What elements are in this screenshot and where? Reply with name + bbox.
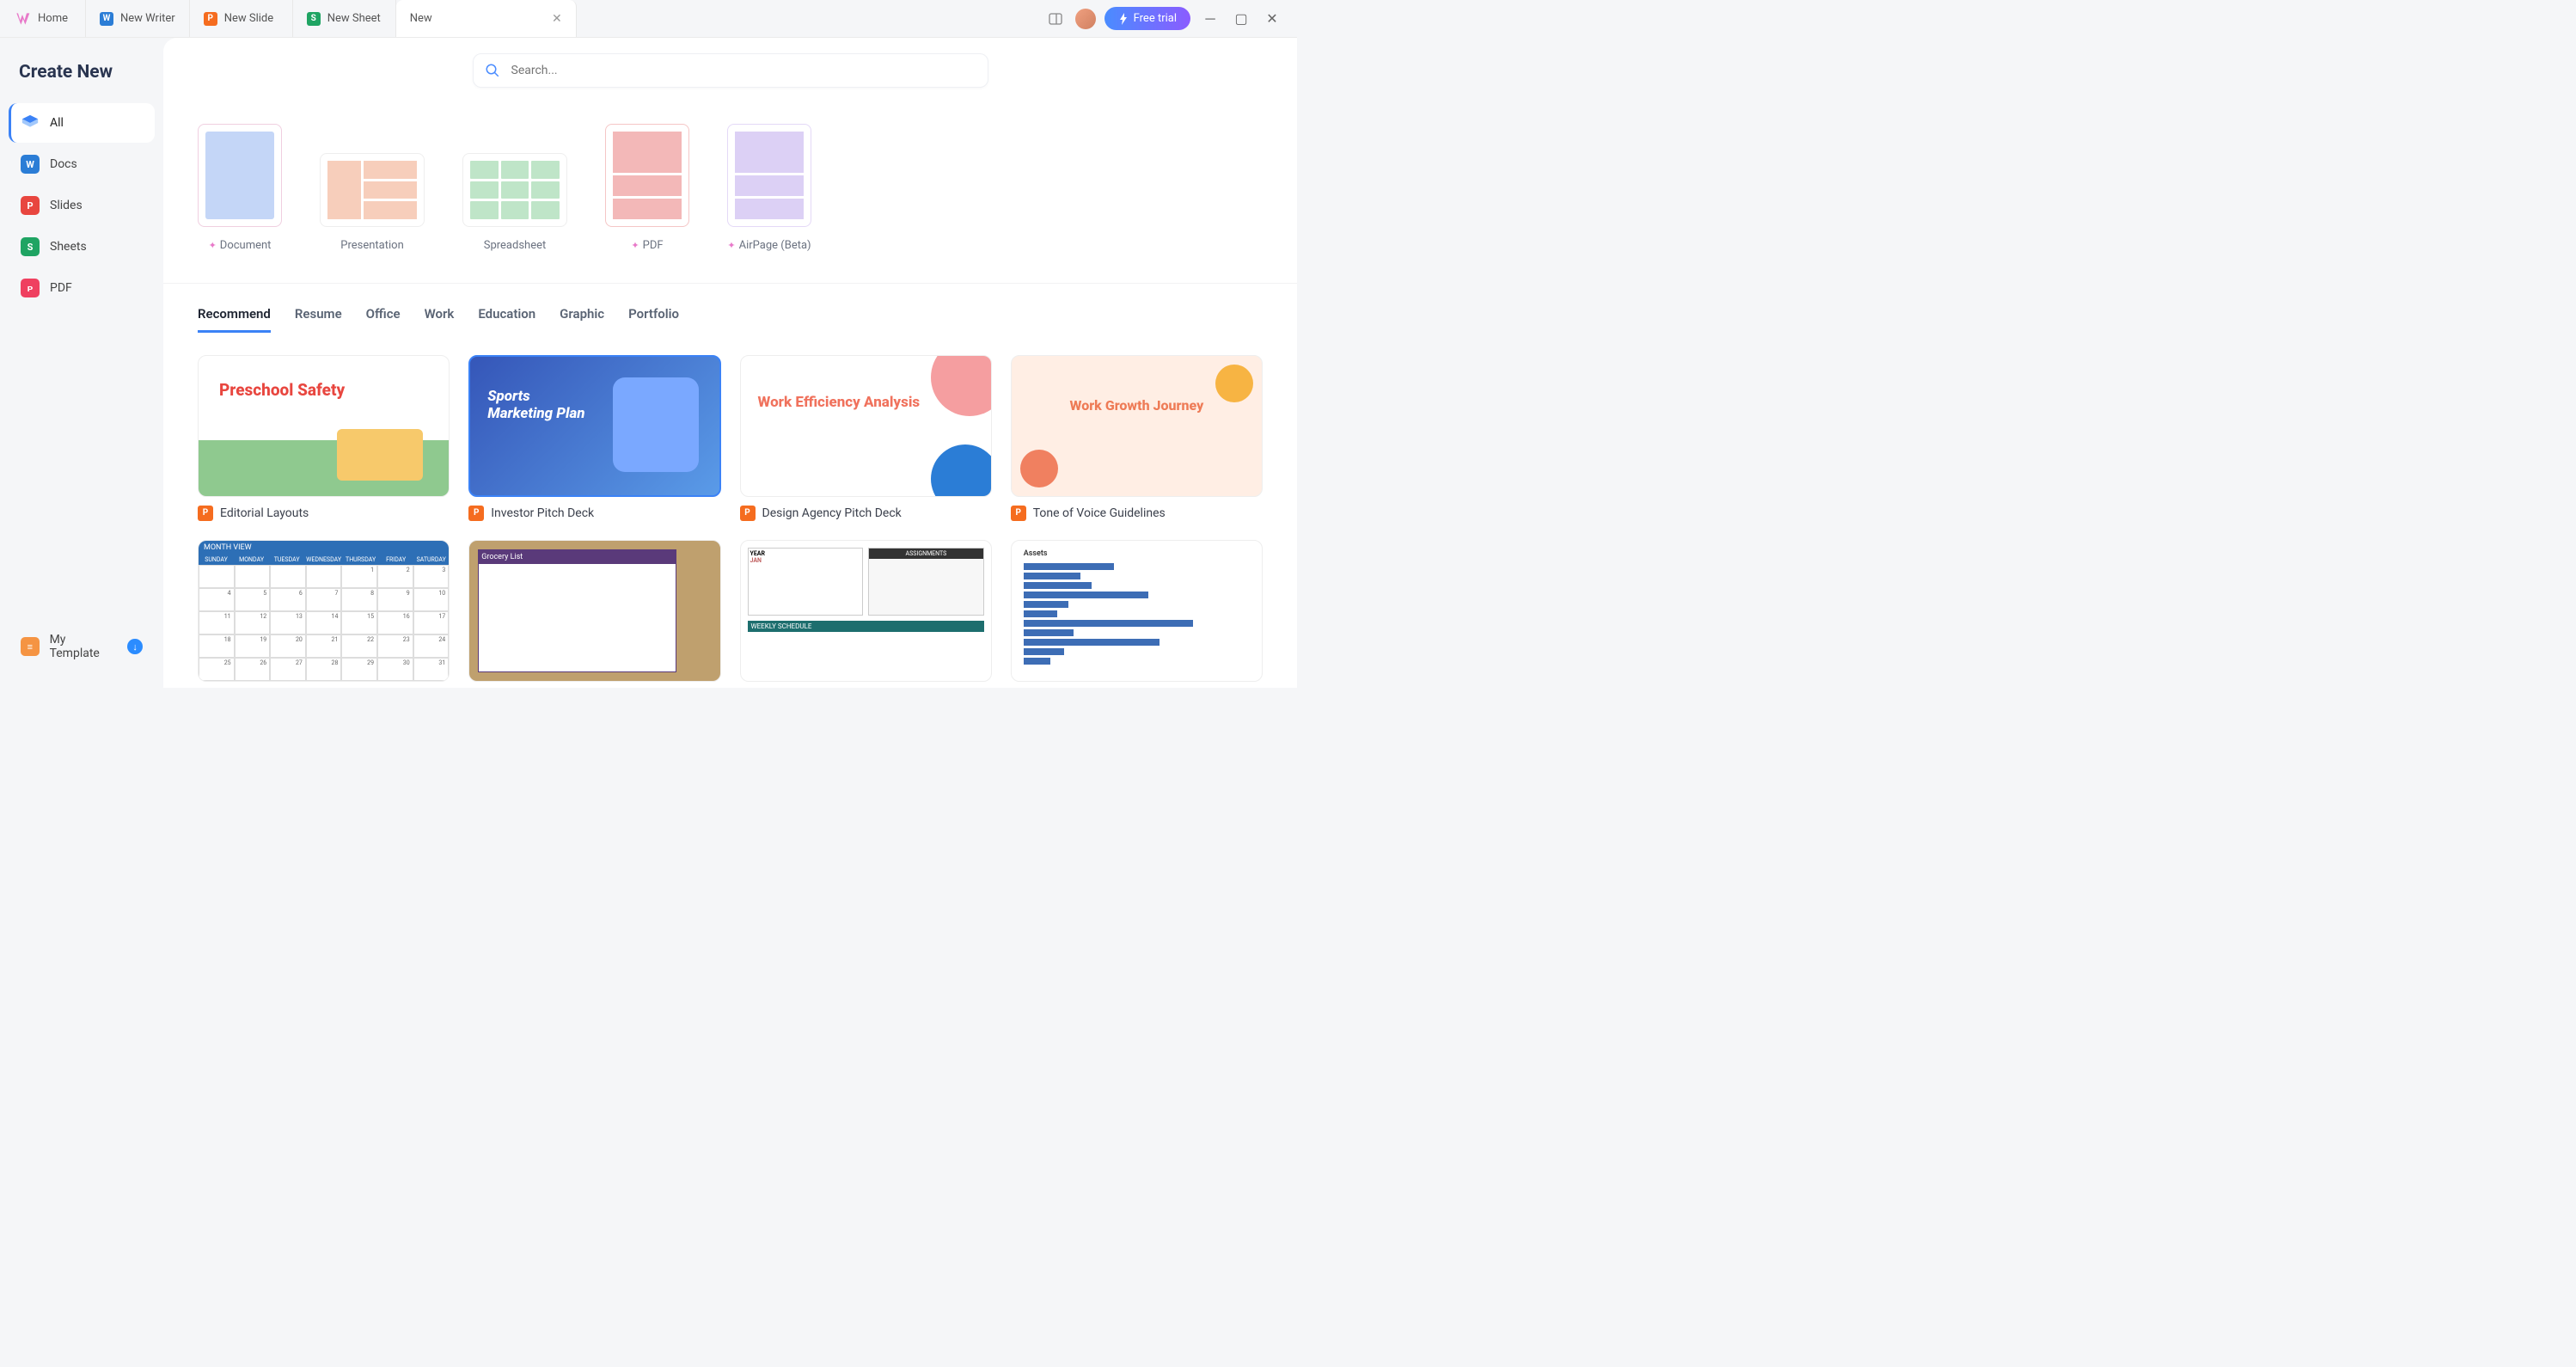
pdf-thumb xyxy=(605,124,689,227)
new-presentation[interactable]: Presentation xyxy=(320,124,425,252)
template-card[interactable]: PEditorial Layouts xyxy=(198,355,450,521)
template-thumb xyxy=(1011,355,1263,497)
template-icon: ≡ xyxy=(21,637,40,656)
template-card[interactable]: YEARJAN ASSIGNMENTS WEEKLY SCHEDULE xyxy=(740,540,992,682)
slide-icon: P xyxy=(204,12,217,26)
template-thumb: Assets xyxy=(1011,540,1263,682)
pdf-icon: ᴘ xyxy=(21,279,40,297)
sidebar-item-slides[interactable]: P Slides xyxy=(9,186,155,225)
sidebar-item-my-template[interactable]: ≡ My Template ↓ xyxy=(9,622,155,671)
writer-icon: W xyxy=(100,12,113,26)
tab-label: New Sheet xyxy=(327,12,381,25)
page-title: Create New xyxy=(9,55,155,103)
slide-badge-icon: P xyxy=(468,506,484,521)
main-content: ✦Document Presentation Spreadsheet ✦PDF … xyxy=(163,38,1297,688)
docs-icon: W xyxy=(21,155,40,174)
template-grid: PEditorial Layouts PInvestor Pitch Deck … xyxy=(163,333,1297,682)
close-icon[interactable]: ✕ xyxy=(552,12,562,26)
slide-badge-icon: P xyxy=(740,506,756,521)
tab-office[interactable]: Office xyxy=(366,306,401,333)
tab-new[interactable]: New ✕ xyxy=(396,0,577,37)
tab-strip: Home W New Writer P New Slide S New Shee… xyxy=(0,0,1031,37)
close-button[interactable]: ✕ xyxy=(1261,8,1283,30)
tab-new-slide[interactable]: P New Slide xyxy=(190,0,293,37)
ai-star-icon: ✦ xyxy=(727,240,735,251)
tab-new-sheet[interactable]: S New Sheet xyxy=(293,0,396,37)
tab-graphic[interactable]: Graphic xyxy=(560,306,604,333)
slide-badge-icon: P xyxy=(1011,506,1026,521)
free-trial-button[interactable]: Free trial xyxy=(1104,7,1190,30)
download-icon[interactable]: ↓ xyxy=(127,639,143,654)
tab-resume[interactable]: Resume xyxy=(295,306,342,333)
titlebar: Home W New Writer P New Slide S New Shee… xyxy=(0,0,1297,38)
sheets-icon: S xyxy=(21,237,40,256)
sidebar-label: Slides xyxy=(50,199,83,212)
template-thumb: MONTH VIEW SUNDAYMONDAYTUESDAYWEDNESDAYT… xyxy=(198,540,450,682)
maximize-button[interactable]: ▢ xyxy=(1230,8,1252,30)
template-card[interactable]: Grocery List xyxy=(468,540,720,682)
template-thumb xyxy=(198,355,450,497)
sheet-icon: S xyxy=(307,12,321,26)
search-input[interactable] xyxy=(473,53,988,88)
sidebar-item-sheets[interactable]: S Sheets xyxy=(9,227,155,267)
new-spreadsheet[interactable]: Spreadsheet xyxy=(462,124,567,252)
minimize-button[interactable]: ─ xyxy=(1199,8,1221,30)
new-pdf[interactable]: ✦PDF xyxy=(605,124,689,252)
tab-recommend[interactable]: Recommend xyxy=(198,306,271,333)
tab-portfolio[interactable]: Portfolio xyxy=(628,306,679,333)
tab-home[interactable]: Home xyxy=(0,0,86,37)
template-thumb: Grocery List xyxy=(468,540,720,682)
ai-star-icon: ✦ xyxy=(209,240,217,251)
sidebar-item-pdf[interactable]: ᴘ PDF xyxy=(9,268,155,308)
template-card[interactable]: MONTH VIEW SUNDAYMONDAYTUESDAYWEDNESDAYT… xyxy=(198,540,450,682)
sidebar-label: All xyxy=(50,116,64,130)
app-logo-icon xyxy=(14,10,31,28)
document-thumb xyxy=(198,124,282,227)
template-card[interactable]: PTone of Voice Guidelines xyxy=(1011,355,1263,521)
slides-icon: P xyxy=(21,196,40,215)
spreadsheet-thumb xyxy=(462,153,567,227)
ai-star-icon: ✦ xyxy=(631,240,639,251)
tab-education[interactable]: Education xyxy=(478,306,535,333)
template-thumb xyxy=(740,355,992,497)
sidebar-label: My Template xyxy=(50,633,118,660)
new-document[interactable]: ✦Document xyxy=(198,124,282,252)
avatar[interactable] xyxy=(1075,9,1096,29)
template-card[interactable]: Assets xyxy=(1011,540,1263,682)
panel-icon[interactable] xyxy=(1044,8,1067,30)
tab-label: New Writer xyxy=(120,12,175,25)
search-icon xyxy=(485,63,500,78)
sidebar-item-docs[interactable]: W Docs xyxy=(9,144,155,184)
new-airpage[interactable]: ✦AirPage (Beta) xyxy=(727,124,811,252)
category-tabs: Recommend Resume Office Work Education G… xyxy=(163,283,1297,333)
sidebar-label: Sheets xyxy=(50,240,87,254)
lightning-icon xyxy=(1118,13,1129,25)
tab-work[interactable]: Work xyxy=(425,306,455,333)
template-card[interactable]: PDesign Agency Pitch Deck xyxy=(740,355,992,521)
presentation-thumb xyxy=(320,153,425,227)
template-thumb xyxy=(468,355,720,497)
template-thumb: YEARJAN ASSIGNMENTS WEEKLY SCHEDULE xyxy=(740,540,992,682)
airpage-thumb xyxy=(727,124,811,227)
sidebar-label: PDF xyxy=(50,281,72,295)
sidebar-label: Docs xyxy=(50,157,77,171)
template-card[interactable]: PInvestor Pitch Deck xyxy=(468,355,720,521)
tab-new-writer[interactable]: W New Writer xyxy=(86,0,190,37)
tab-label: Home xyxy=(38,12,68,25)
stack-icon xyxy=(21,113,40,132)
tab-label: New xyxy=(410,12,432,25)
sidebar-item-all[interactable]: All xyxy=(9,103,155,143)
slide-badge-icon: P xyxy=(198,506,213,521)
window-controls: Free trial ─ ▢ ✕ xyxy=(1031,7,1297,30)
search-wrap xyxy=(473,53,988,88)
sidebar: Create New All W Docs P Slides S Sheets … xyxy=(0,38,163,688)
tab-label: New Slide xyxy=(224,12,273,25)
